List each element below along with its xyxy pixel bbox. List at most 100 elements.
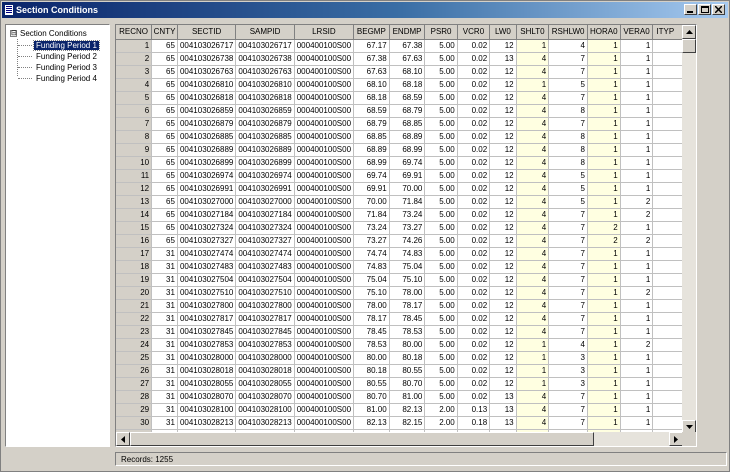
horizontal-scrollbar[interactable] xyxy=(116,432,683,446)
minimize-button[interactable] xyxy=(684,4,697,15)
column-header-rshlw0[interactable]: RSHLW0 xyxy=(548,25,588,40)
row-number-cell[interactable]: 26 xyxy=(116,364,153,378)
cell-shlt0[interactable]: 4 xyxy=(516,195,550,209)
cell-lw0[interactable]: 12 xyxy=(489,273,517,287)
cell-vera0[interactable]: 1 xyxy=(620,65,654,79)
cell-begmp[interactable]: 69.91 xyxy=(353,182,390,196)
cell-ityp[interactable] xyxy=(652,169,683,183)
cell-vcr0[interactable]: 0.02 xyxy=(457,247,491,261)
cell-cnty[interactable]: 65 xyxy=(151,182,178,196)
cell-ityp[interactable] xyxy=(652,91,683,105)
tree-item-label[interactable]: Funding Period 3 xyxy=(34,63,99,72)
cell-lrsid[interactable]: 000400100S00 xyxy=(294,377,355,391)
cell-psr0[interactable]: 5.00 xyxy=(424,104,458,118)
cell-rshlw0[interactable]: 3 xyxy=(548,364,588,378)
cell-sectid[interactable]: 004103026974 xyxy=(177,169,237,183)
cell-rshlw0[interactable]: 8 xyxy=(548,143,588,157)
cell-hora0[interactable]: 1 xyxy=(587,364,621,378)
cell-psr0[interactable]: 5.00 xyxy=(424,52,458,66)
cell-vera0[interactable]: 1 xyxy=(620,351,654,365)
table-row[interactable]: 23 31 004103027845 004103027845 000400100S00… xyxy=(116,325,683,339)
row-number-cell[interactable]: 6 xyxy=(116,104,153,118)
table-row[interactable]: 5 65 004103026818 004103026818 000400100S00 6… xyxy=(116,91,683,105)
cell-vcr0[interactable]: 0.02 xyxy=(457,325,491,339)
cell-vcr0[interactable]: 0.02 xyxy=(457,39,491,53)
cell-begmp[interactable]: 68.10 xyxy=(353,78,390,92)
cell-lw0[interactable]: 12 xyxy=(489,338,517,352)
cell-ityp[interactable] xyxy=(652,78,683,92)
cell-cnty[interactable]: 31 xyxy=(151,377,178,391)
row-number-cell[interactable]: 24 xyxy=(116,338,153,352)
cell-vcr0[interactable]: 0.02 xyxy=(457,260,491,274)
cell-sampid[interactable]: 004103027483 xyxy=(235,260,295,274)
cell-vcr0[interactable]: 0.02 xyxy=(457,312,491,326)
cell-shlt0[interactable]: 4 xyxy=(516,143,550,157)
cell-rshlw0[interactable]: 4 xyxy=(548,338,588,352)
cell-lrsid[interactable]: 000400100S00 xyxy=(294,286,355,300)
cell-cnty[interactable]: 65 xyxy=(151,52,178,66)
row-number-cell[interactable]: 29 xyxy=(116,403,153,417)
cell-shlt0[interactable]: 4 xyxy=(516,286,550,300)
title-bar[interactable]: Section Conditions xyxy=(2,2,728,18)
cell-endmp[interactable]: 71.84 xyxy=(389,195,426,209)
cell-rshlw0[interactable]: 7 xyxy=(548,403,588,417)
cell-psr0[interactable]: 5.00 xyxy=(424,351,458,365)
cell-sampid[interactable]: 004103026738 xyxy=(235,52,295,66)
table-row[interactable]: 7 65 004103026879 004103026879 000400100S00 6… xyxy=(116,117,683,131)
cell-sectid[interactable]: 004103027324 xyxy=(177,221,237,235)
cell-lw0[interactable]: 12 xyxy=(489,234,517,248)
cell-lw0[interactable]: 12 xyxy=(489,377,517,391)
row-number-cell[interactable]: 8 xyxy=(116,130,153,144)
cell-sampid[interactable]: 004103027324 xyxy=(235,221,295,235)
tree-item-funding-period-4[interactable]: Funding Period 4 xyxy=(18,74,99,83)
cell-shlt0[interactable]: 1 xyxy=(516,377,550,391)
cell-vera0[interactable]: 1 xyxy=(620,299,654,313)
cell-hora0[interactable]: 1 xyxy=(587,130,621,144)
cell-lw0[interactable]: 12 xyxy=(489,247,517,261)
cell-hora0[interactable]: 2 xyxy=(587,234,621,248)
cell-lw0[interactable]: 12 xyxy=(489,351,517,365)
cell-lw0[interactable]: 12 xyxy=(489,221,517,235)
cell-rshlw0[interactable]: 7 xyxy=(548,91,588,105)
cell-lrsid[interactable]: 000400100S00 xyxy=(294,117,355,131)
cell-lrsid[interactable]: 000400100S00 xyxy=(294,403,355,417)
cell-hora0[interactable]: 1 xyxy=(587,416,621,430)
cell-hora0[interactable]: 1 xyxy=(587,39,621,53)
cell-endmp[interactable]: 68.89 xyxy=(389,130,426,144)
cell-vera0[interactable]: 1 xyxy=(620,416,654,430)
column-header-shlt0[interactable]: SHLT0 xyxy=(516,25,550,40)
cell-cnty[interactable]: 65 xyxy=(151,104,178,118)
cell-rshlw0[interactable]: 4 xyxy=(548,39,588,53)
cell-begmp[interactable]: 75.10 xyxy=(353,286,390,300)
vertical-scrollbar[interactable] xyxy=(682,25,696,434)
cell-shlt0[interactable]: 4 xyxy=(516,273,550,287)
cell-lw0[interactable]: 12 xyxy=(489,195,517,209)
cell-ityp[interactable] xyxy=(652,403,683,417)
cell-cnty[interactable]: 65 xyxy=(151,91,178,105)
cell-hora0[interactable]: 1 xyxy=(587,390,621,404)
cell-lrsid[interactable]: 000400100S00 xyxy=(294,208,355,222)
cell-vcr0[interactable]: 0.02 xyxy=(457,130,491,144)
cell-endmp[interactable]: 69.91 xyxy=(389,169,426,183)
cell-begmp[interactable]: 80.55 xyxy=(353,377,390,391)
cell-begmp[interactable]: 73.27 xyxy=(353,234,390,248)
table-row[interactable]: 29 31 004103028100 004103028100 000400100S00… xyxy=(116,403,683,417)
cell-endmp[interactable]: 68.79 xyxy=(389,104,426,118)
cell-lw0[interactable]: 12 xyxy=(489,299,517,313)
cell-rshlw0[interactable]: 7 xyxy=(548,312,588,326)
cell-lrsid[interactable]: 000400100S00 xyxy=(294,351,355,365)
cell-vera0[interactable]: 1 xyxy=(620,130,654,144)
cell-begmp[interactable]: 68.99 xyxy=(353,156,390,170)
cell-cnty[interactable]: 31 xyxy=(151,364,178,378)
cell-sampid[interactable]: 004103027853 xyxy=(235,338,295,352)
cell-lw0[interactable]: 12 xyxy=(489,156,517,170)
cell-psr0[interactable]: 5.00 xyxy=(424,338,458,352)
cell-lw0[interactable]: 12 xyxy=(489,312,517,326)
cell-lrsid[interactable]: 000400100S00 xyxy=(294,130,355,144)
cell-psr0[interactable]: 5.00 xyxy=(424,260,458,274)
cell-lw0[interactable]: 12 xyxy=(489,78,517,92)
cell-psr0[interactable]: 5.00 xyxy=(424,195,458,209)
cell-psr0[interactable]: 5.00 xyxy=(424,286,458,300)
cell-endmp[interactable]: 68.85 xyxy=(389,117,426,131)
cell-psr0[interactable]: 5.00 xyxy=(424,247,458,261)
